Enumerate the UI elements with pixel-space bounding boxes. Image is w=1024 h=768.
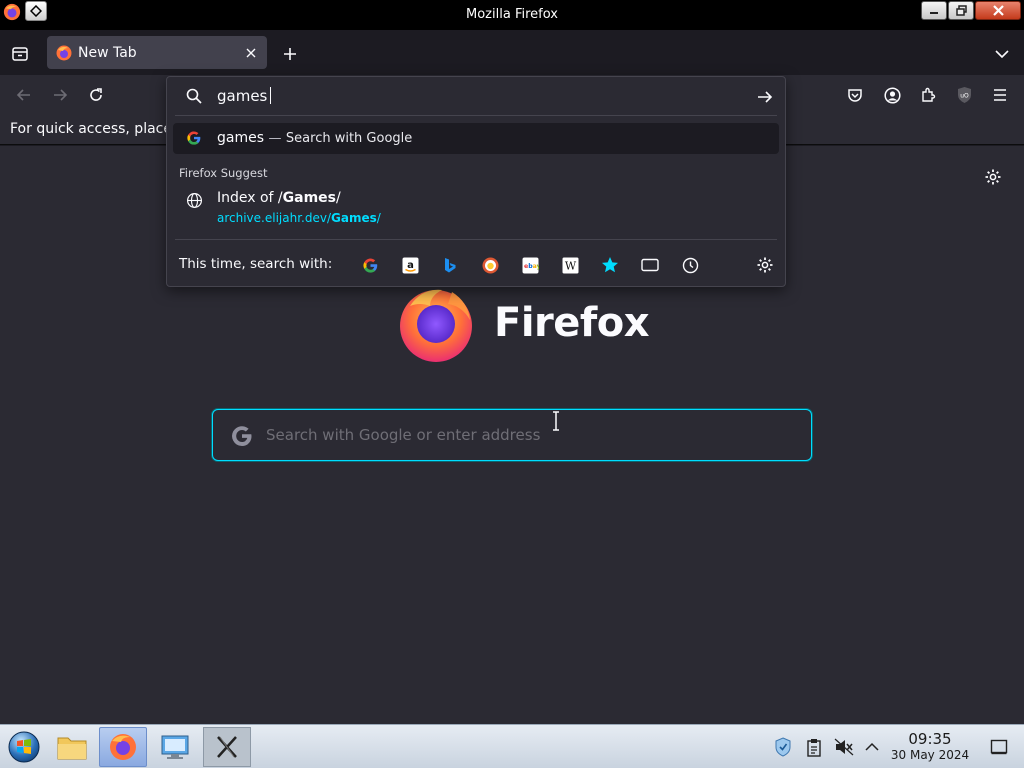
wikipedia-icon[interactable]: W [558,253,582,277]
suggestion-title: Index of /Games/ [217,190,341,206]
text-cursor-icon [553,411,559,431]
urlbar-result-search-google[interactable]: games — Search with Google [173,123,779,154]
result-separator: — [268,131,282,146]
search-settings-gear-icon[interactable] [753,253,777,277]
svg-text:a: a [407,260,414,271]
result-term: games [217,130,265,146]
newtab-search-input[interactable]: Search with Google or enter address [212,409,812,461]
newtab-settings-gear-icon[interactable] [982,166,1004,188]
extensions-icon[interactable] [916,83,940,107]
show-desktop-notification-icon[interactable] [988,736,1010,758]
start-menu-button[interactable] [0,727,48,767]
monitor-icon [161,735,189,759]
taskbar: 09:35 30 May 2024 [0,724,1024,768]
file-manager-taskbar-button[interactable] [48,727,96,767]
remote-desktop-taskbar-button[interactable] [151,727,199,767]
clipboard-tray-icon[interactable] [803,736,825,758]
tabs-icon[interactable] [638,253,662,277]
minimize-button[interactable] [921,1,947,20]
urlbar-divider [175,239,777,240]
reload-button[interactable] [84,83,108,107]
urlbar-input[interactable]: games [217,87,272,105]
forward-button[interactable] [48,83,72,107]
tab-label: New Tab [78,44,137,61]
google-icon[interactable] [358,253,382,277]
suggestion-url: archive.elijahr.dev/Games/ [217,211,381,225]
one-off-search-bar: This time, search with: a ebay W [167,243,785,285]
security-shield-tray-icon[interactable] [772,736,794,758]
tab-strip: New Tab [0,30,1024,75]
bookmarks-star-icon[interactable] [598,253,622,277]
globe-icon [186,192,203,209]
svg-text:ebay: ebay [524,263,539,270]
clock-date: 30 May 2024 [890,748,970,762]
urlbar-divider [175,115,777,116]
amazon-icon[interactable]: a [398,253,422,277]
folder-icon [57,737,87,760]
account-icon[interactable] [880,83,904,107]
firefox-logo: Firefox [396,284,650,362]
history-clock-icon[interactable] [678,253,702,277]
firefox-taskbar-button[interactable] [99,727,147,767]
window-titlebar: Mozilla Firefox [0,0,1024,30]
text-caret [270,87,272,104]
firefox-wordmark: Firefox [494,300,650,346]
search-icon [186,88,202,104]
newtab-search-placeholder: Search with Google or enter address [266,426,541,444]
duckduckgo-icon[interactable] [478,253,502,277]
bing-icon[interactable] [438,253,462,277]
result-action: Search with Google [285,131,413,146]
close-tab-icon[interactable] [241,43,261,63]
clock-time: 09:35 [908,730,952,748]
window-title: Mozilla Firefox [466,7,558,22]
taskbar-clock[interactable]: 09:35 30 May 2024 [882,730,978,763]
bookmarks-toolbar-hint: For quick access, place [10,121,172,137]
firefox-view-button[interactable] [6,42,34,66]
x-app-taskbar-button[interactable] [203,727,251,767]
start-orb-icon [8,731,40,763]
firefox-logo-icon [400,289,472,362]
svg-text:uO: uO [960,93,969,100]
firefox-icon [110,734,136,760]
tray-expand-chevron-up-icon[interactable] [861,736,883,758]
back-button[interactable] [12,83,36,107]
firefox-tab-icon [56,45,72,60]
one-off-label: This time, search with: [179,256,333,272]
app-menu-hamburger-icon[interactable] [988,83,1012,107]
urlbar-result-suggestion[interactable]: Index of /Games/ archive.elijahr.dev/Gam… [173,187,779,229]
urlbar-dropdown: games games — Search with Google Firefox… [166,76,786,287]
close-window-button[interactable] [975,1,1021,20]
pocket-icon[interactable] [843,83,867,107]
volume-muted-tray-icon[interactable] [833,736,855,758]
ebay-icon[interactable]: ebay [518,253,542,277]
firefox-suggest-label: Firefox Suggest [179,166,268,180]
new-tab-button[interactable] [278,42,302,66]
google-icon [232,426,252,446]
maximize-button[interactable] [948,1,974,20]
x-app-icon [217,736,237,758]
svg-text:W: W [564,259,576,272]
tab-new-tab[interactable]: New Tab [47,36,267,69]
ublock-origin-icon[interactable]: uO [952,83,976,107]
go-arrow-icon[interactable] [755,87,775,107]
list-all-tabs-chevron-down-icon[interactable] [990,42,1014,66]
google-icon [187,131,201,145]
urlbar-input-value: games [217,87,268,105]
